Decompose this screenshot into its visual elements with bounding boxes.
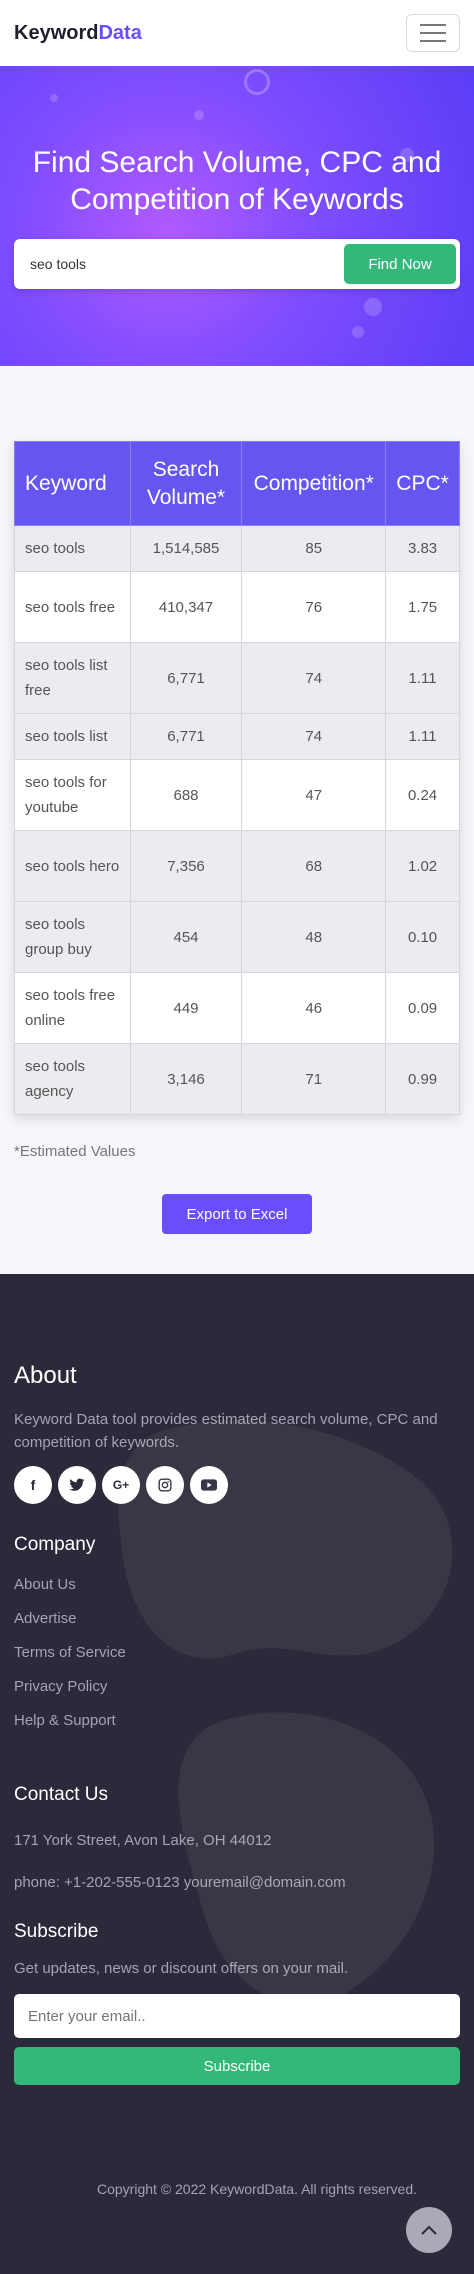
cell-cpc: 0.24 xyxy=(385,759,460,831)
keyword-search-input[interactable] xyxy=(28,255,344,273)
cell-competition: 71 xyxy=(241,1043,387,1115)
cell-competition: 48 xyxy=(241,901,387,973)
column-header-keyword: Keyword xyxy=(14,441,131,526)
estimated-values-note: *Estimated Values xyxy=(14,1143,136,1160)
cell-competition: 46 xyxy=(241,972,387,1044)
table-row: seo tools free 410,347 76 1.75 xyxy=(14,571,460,643)
hamburger-menu-button[interactable] xyxy=(406,14,460,52)
table-row: seo tools list 6,771 74 1.11 xyxy=(14,713,460,760)
keyword-search-form: Find Now xyxy=(14,239,460,289)
subscribe-button[interactable]: Subscribe xyxy=(14,2047,460,2085)
column-header-competition: Competition* xyxy=(241,441,387,526)
cell-competition: 68 xyxy=(241,830,387,902)
cell-keyword: seo tools for youtube xyxy=(14,759,131,831)
cell-search-volume: 6,771 xyxy=(129,713,243,760)
menu-bar-icon xyxy=(420,40,446,42)
cell-cpc: 3.83 xyxy=(385,525,460,572)
cell-competition: 85 xyxy=(241,525,387,572)
column-header-search-volume: Search Volume* xyxy=(129,441,243,526)
table-header-row: Keyword Search Volume* Competition* CPC* xyxy=(14,441,460,526)
cell-cpc: 1.11 xyxy=(385,642,460,714)
table-row: seo tools agency 3,146 71 0.99 xyxy=(14,1043,460,1115)
cell-keyword: seo tools agency xyxy=(14,1043,131,1115)
cell-search-volume: 6,771 xyxy=(129,642,243,714)
cell-cpc: 1.75 xyxy=(385,571,460,643)
world-map-background xyxy=(118,1420,453,2005)
about-title: About xyxy=(14,1362,77,1389)
decorative-bubble xyxy=(352,326,364,338)
cell-keyword: seo tools xyxy=(14,525,131,572)
cell-keyword: seo tools free online xyxy=(14,972,131,1044)
cell-search-volume: 3,146 xyxy=(129,1043,243,1115)
cell-keyword: seo tools free xyxy=(14,571,131,643)
cell-cpc: 0.09 xyxy=(385,972,460,1044)
table-row: seo tools group buy 454 48 0.10 xyxy=(14,901,460,973)
contact-title: Contact Us xyxy=(14,1784,108,1805)
cell-search-volume: 454 xyxy=(129,901,243,973)
cell-cpc: 0.10 xyxy=(385,901,460,973)
decorative-bubble xyxy=(194,110,204,120)
cell-keyword: seo tools list free xyxy=(14,642,131,714)
results-section: Keyword Search Volume* Competition* CPC*… xyxy=(0,366,474,1274)
menu-bar-icon xyxy=(420,24,446,26)
table-row: seo tools list free 6,771 74 1.11 xyxy=(14,642,460,714)
cell-cpc: 0.99 xyxy=(385,1043,460,1115)
table-row: seo tools 1,514,585 85 3.83 xyxy=(14,525,460,572)
cell-keyword: seo tools list xyxy=(14,713,131,760)
subscribe-title: Subscribe xyxy=(14,1921,99,1942)
table-row: seo tools hero 7,356 68 1.02 xyxy=(14,830,460,902)
cell-search-volume: 7,356 xyxy=(129,830,243,902)
column-header-cpc: CPC* xyxy=(385,441,460,526)
cell-competition: 74 xyxy=(241,642,387,714)
cell-competition: 47 xyxy=(241,759,387,831)
decorative-bubble xyxy=(364,298,382,316)
copyright-text: Copyright © 2022 KeywordData. All rights… xyxy=(96,2181,418,2197)
keyword-results-table: Keyword Search Volume* Competition* CPC*… xyxy=(14,441,460,1115)
scroll-to-top-button[interactable] xyxy=(406,2207,452,2253)
brand-logo[interactable]: KeywordData xyxy=(14,22,142,45)
export-to-excel-button[interactable]: Export to Excel xyxy=(162,1194,312,1234)
top-navbar: KeywordData xyxy=(0,0,474,66)
cell-competition: 76 xyxy=(241,571,387,643)
hero-title: Find Search Volume, CPC and Competition … xyxy=(32,146,442,216)
menu-bar-icon xyxy=(420,32,446,34)
decorative-bubble xyxy=(244,69,270,95)
decorative-bubble xyxy=(50,94,58,102)
cell-competition: 74 xyxy=(241,713,387,760)
cell-keyword: seo tools group buy xyxy=(14,901,131,973)
cell-search-volume: 688 xyxy=(129,759,243,831)
facebook-icon[interactable]: f xyxy=(14,1466,52,1504)
cell-cpc: 1.11 xyxy=(385,713,460,760)
company-title: Company xyxy=(14,1534,96,1555)
site-footer: About Keyword Data tool provides estimat… xyxy=(0,1274,474,2274)
cell-cpc: 1.02 xyxy=(385,830,460,902)
hero-section: Find Search Volume, CPC and Competition … xyxy=(0,66,474,366)
chevron-up-icon xyxy=(421,2225,437,2235)
cell-keyword: seo tools hero xyxy=(14,830,131,902)
table-row: seo tools for youtube 688 47 0.24 xyxy=(14,759,460,831)
cell-search-volume: 1,514,585 xyxy=(129,525,243,572)
cell-search-volume: 410,347 xyxy=(129,571,243,643)
find-now-button[interactable]: Find Now xyxy=(344,244,456,284)
table-row: seo tools free online 449 46 0.09 xyxy=(14,972,460,1044)
twitter-icon[interactable] xyxy=(58,1466,96,1504)
cell-search-volume: 449 xyxy=(129,972,243,1044)
